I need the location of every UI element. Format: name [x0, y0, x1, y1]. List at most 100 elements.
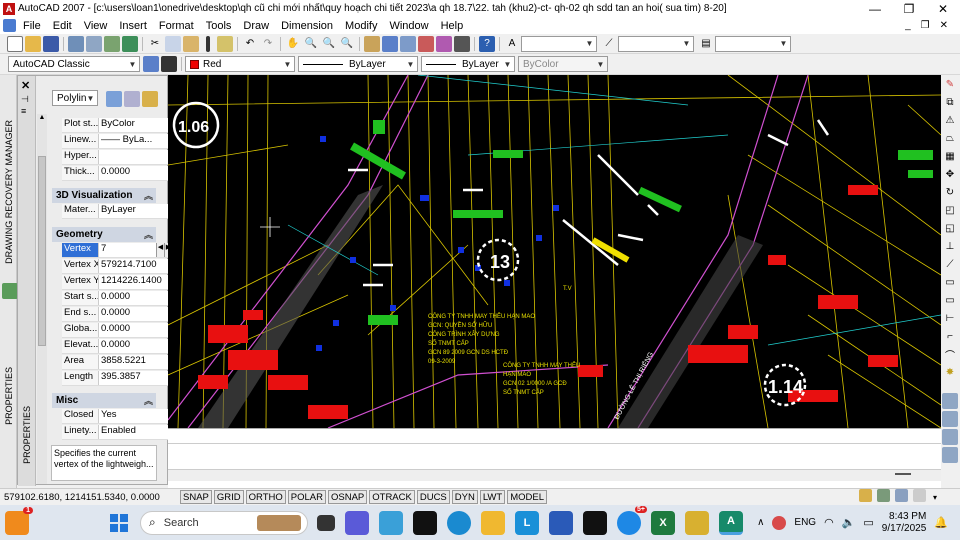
new-icon[interactable]: [7, 35, 23, 52]
tray-app-icon[interactable]: [772, 515, 787, 530]
palette-autohide-icon[interactable]: ⊣: [21, 94, 29, 105]
prop-row[interactable]: End s... 0.0000: [62, 307, 172, 322]
prop-row[interactable]: Elevat... 0.0000: [62, 339, 172, 354]
prop-row[interactable]: Length 395.3857: [62, 371, 172, 386]
menu-edit[interactable]: Edit: [47, 20, 78, 32]
linetype-control[interactable]: ByLayer ▼: [298, 56, 418, 72]
menu-modify[interactable]: Modify: [339, 20, 383, 32]
capcut2-icon[interactable]: [583, 510, 607, 535]
prop-row[interactable]: Thick... 0.0000: [62, 166, 172, 181]
coordinate-readout[interactable]: 579102.6180, 1214151.5340, 0.0000: [0, 492, 180, 503]
redo-icon[interactable]: ↷: [260, 36, 276, 52]
paste-icon[interactable]: [183, 35, 199, 52]
draworder-back-icon[interactable]: [942, 411, 958, 427]
prop-row[interactable]: Area 3858.5221: [62, 355, 172, 370]
menu-help[interactable]: Help: [435, 20, 470, 32]
notifications-icon[interactable]: 🔔: [934, 516, 948, 529]
collapse-icon[interactable]: ︽: [144, 394, 153, 407]
menu-tools[interactable]: Tools: [200, 20, 238, 32]
toggle-pickadd-icon[interactable]: [106, 91, 122, 107]
break-at-point-icon[interactable]: ▭: [942, 274, 958, 290]
command-scrollbar[interactable]: [168, 469, 941, 481]
drawing-svg[interactable]: 1.06 13 1.14 CÔNG TY TNHH MAY THÊU HẠN M…: [168, 75, 941, 428]
collapse-icon[interactable]: ︽: [144, 228, 153, 241]
properties-icon[interactable]: [364, 35, 380, 52]
ortho-button[interactable]: ORTHO: [245, 490, 286, 504]
match-properties-icon[interactable]: [206, 35, 210, 52]
osnap-button[interactable]: OSNAP: [327, 490, 368, 504]
copy-icon[interactable]: [165, 35, 181, 52]
dim-style-icon[interactable]: ⟋: [601, 36, 617, 52]
table-style-select[interactable]: ▼: [715, 35, 791, 52]
command-window[interactable]: [168, 428, 941, 488]
vertex-value[interactable]: 7: [98, 243, 156, 257]
menu-format[interactable]: Format: [153, 20, 200, 32]
battery-icon[interactable]: ▭: [863, 516, 873, 529]
palette-menu-icon[interactable]: ≡: [21, 106, 26, 116]
stretch-icon[interactable]: ◱: [942, 220, 958, 236]
edge-icon[interactable]: [447, 510, 471, 535]
prop-row[interactable]: Vertex Y 1214226.1400: [62, 275, 172, 290]
restore-button[interactable]: ❐: [892, 0, 926, 17]
zoom-previous-icon[interactable]: 🔍: [339, 36, 355, 52]
save-icon[interactable]: [43, 35, 59, 52]
menu-insert[interactable]: Insert: [113, 20, 153, 32]
communication-center-icon[interactable]: [859, 489, 872, 502]
security-icon[interactable]: [685, 510, 709, 535]
prop-row[interactable]: Plot st... ByColor: [62, 118, 172, 133]
meet-icon[interactable]: [345, 510, 369, 535]
extend-icon[interactable]: ⟋: [942, 256, 958, 272]
start-button[interactable]: [107, 511, 131, 535]
color-app-icon[interactable]: [379, 510, 403, 535]
scale-icon[interactable]: ◰: [942, 202, 958, 218]
autocad-taskbar-icon[interactable]: A: [719, 510, 743, 535]
close-button[interactable]: ✕: [926, 0, 960, 17]
tray-settings-icon[interactable]: [895, 489, 908, 502]
chamfer-icon[interactable]: ⌐: [942, 328, 958, 344]
help-icon[interactable]: ?: [479, 35, 495, 52]
ducs-button[interactable]: DUCS: [416, 490, 450, 504]
excel-icon[interactable]: X: [651, 510, 675, 535]
mdi-close-button[interactable]: ✕: [940, 20, 948, 31]
cut-icon[interactable]: ✂: [147, 36, 163, 52]
volume-icon[interactable]: 🔈: [842, 516, 856, 529]
table-style-icon[interactable]: ▤: [698, 36, 714, 52]
menu-view[interactable]: View: [78, 20, 114, 32]
draworder-icon[interactable]: [942, 393, 958, 409]
drm-icon[interactable]: [2, 283, 18, 299]
document-icon[interactable]: [3, 19, 16, 32]
section-misc[interactable]: Misc ︽: [52, 393, 156, 408]
zoom-realtime-icon[interactable]: 🔍: [303, 36, 319, 52]
tool-palettes-icon[interactable]: [400, 35, 416, 52]
section-geometry[interactable]: Geometry ︽: [52, 227, 156, 242]
join-icon[interactable]: ⊢: [942, 310, 958, 326]
undo-icon[interactable]: ↶: [242, 36, 258, 52]
prop-row[interactable]: Closed Yes: [62, 409, 172, 424]
clock-date[interactable]: 9/17/2025: [882, 523, 927, 535]
collapse-icon[interactable]: ︽: [144, 189, 153, 202]
minimize-button[interactable]: —: [858, 0, 892, 17]
my-workspace-icon[interactable]: [161, 56, 177, 72]
grid-button[interactable]: GRID: [213, 490, 244, 504]
store-icon[interactable]: [549, 510, 573, 535]
sheet-set-icon[interactable]: [418, 35, 434, 52]
color-control[interactable]: Red ▼: [185, 56, 295, 72]
capcut-icon[interactable]: [413, 510, 437, 535]
markup-icon[interactable]: [436, 35, 452, 52]
status-menu-icon[interactable]: ▾: [931, 489, 939, 505]
polar-button[interactable]: POLAR: [287, 490, 326, 504]
workspace-select[interactable]: AutoCAD Classic ▼: [8, 56, 140, 72]
dim-style-select[interactable]: ▼: [618, 35, 694, 52]
calculator-icon[interactable]: [454, 35, 470, 52]
drawing-canvas[interactable]: 1.06 13 1.14 CÔNG TY TNHH MAY THÊU HẠN M…: [168, 75, 941, 428]
break-icon[interactable]: ▭: [942, 292, 958, 308]
drm-label[interactable]: DRAWING RECOVERY MANAGER: [4, 120, 14, 264]
notification-app-icon[interactable]: 1: [5, 506, 33, 535]
erase-icon[interactable]: ✎: [942, 76, 958, 92]
command-resize-grip[interactable]: [895, 473, 911, 477]
vertex-prev-button[interactable]: ◀: [156, 243, 164, 257]
menu-file[interactable]: File: [17, 20, 47, 32]
offset-icon[interactable]: ⏢: [942, 130, 958, 146]
copy-object-icon[interactable]: ⧉: [942, 94, 958, 110]
plot-icon[interactable]: [68, 35, 84, 52]
